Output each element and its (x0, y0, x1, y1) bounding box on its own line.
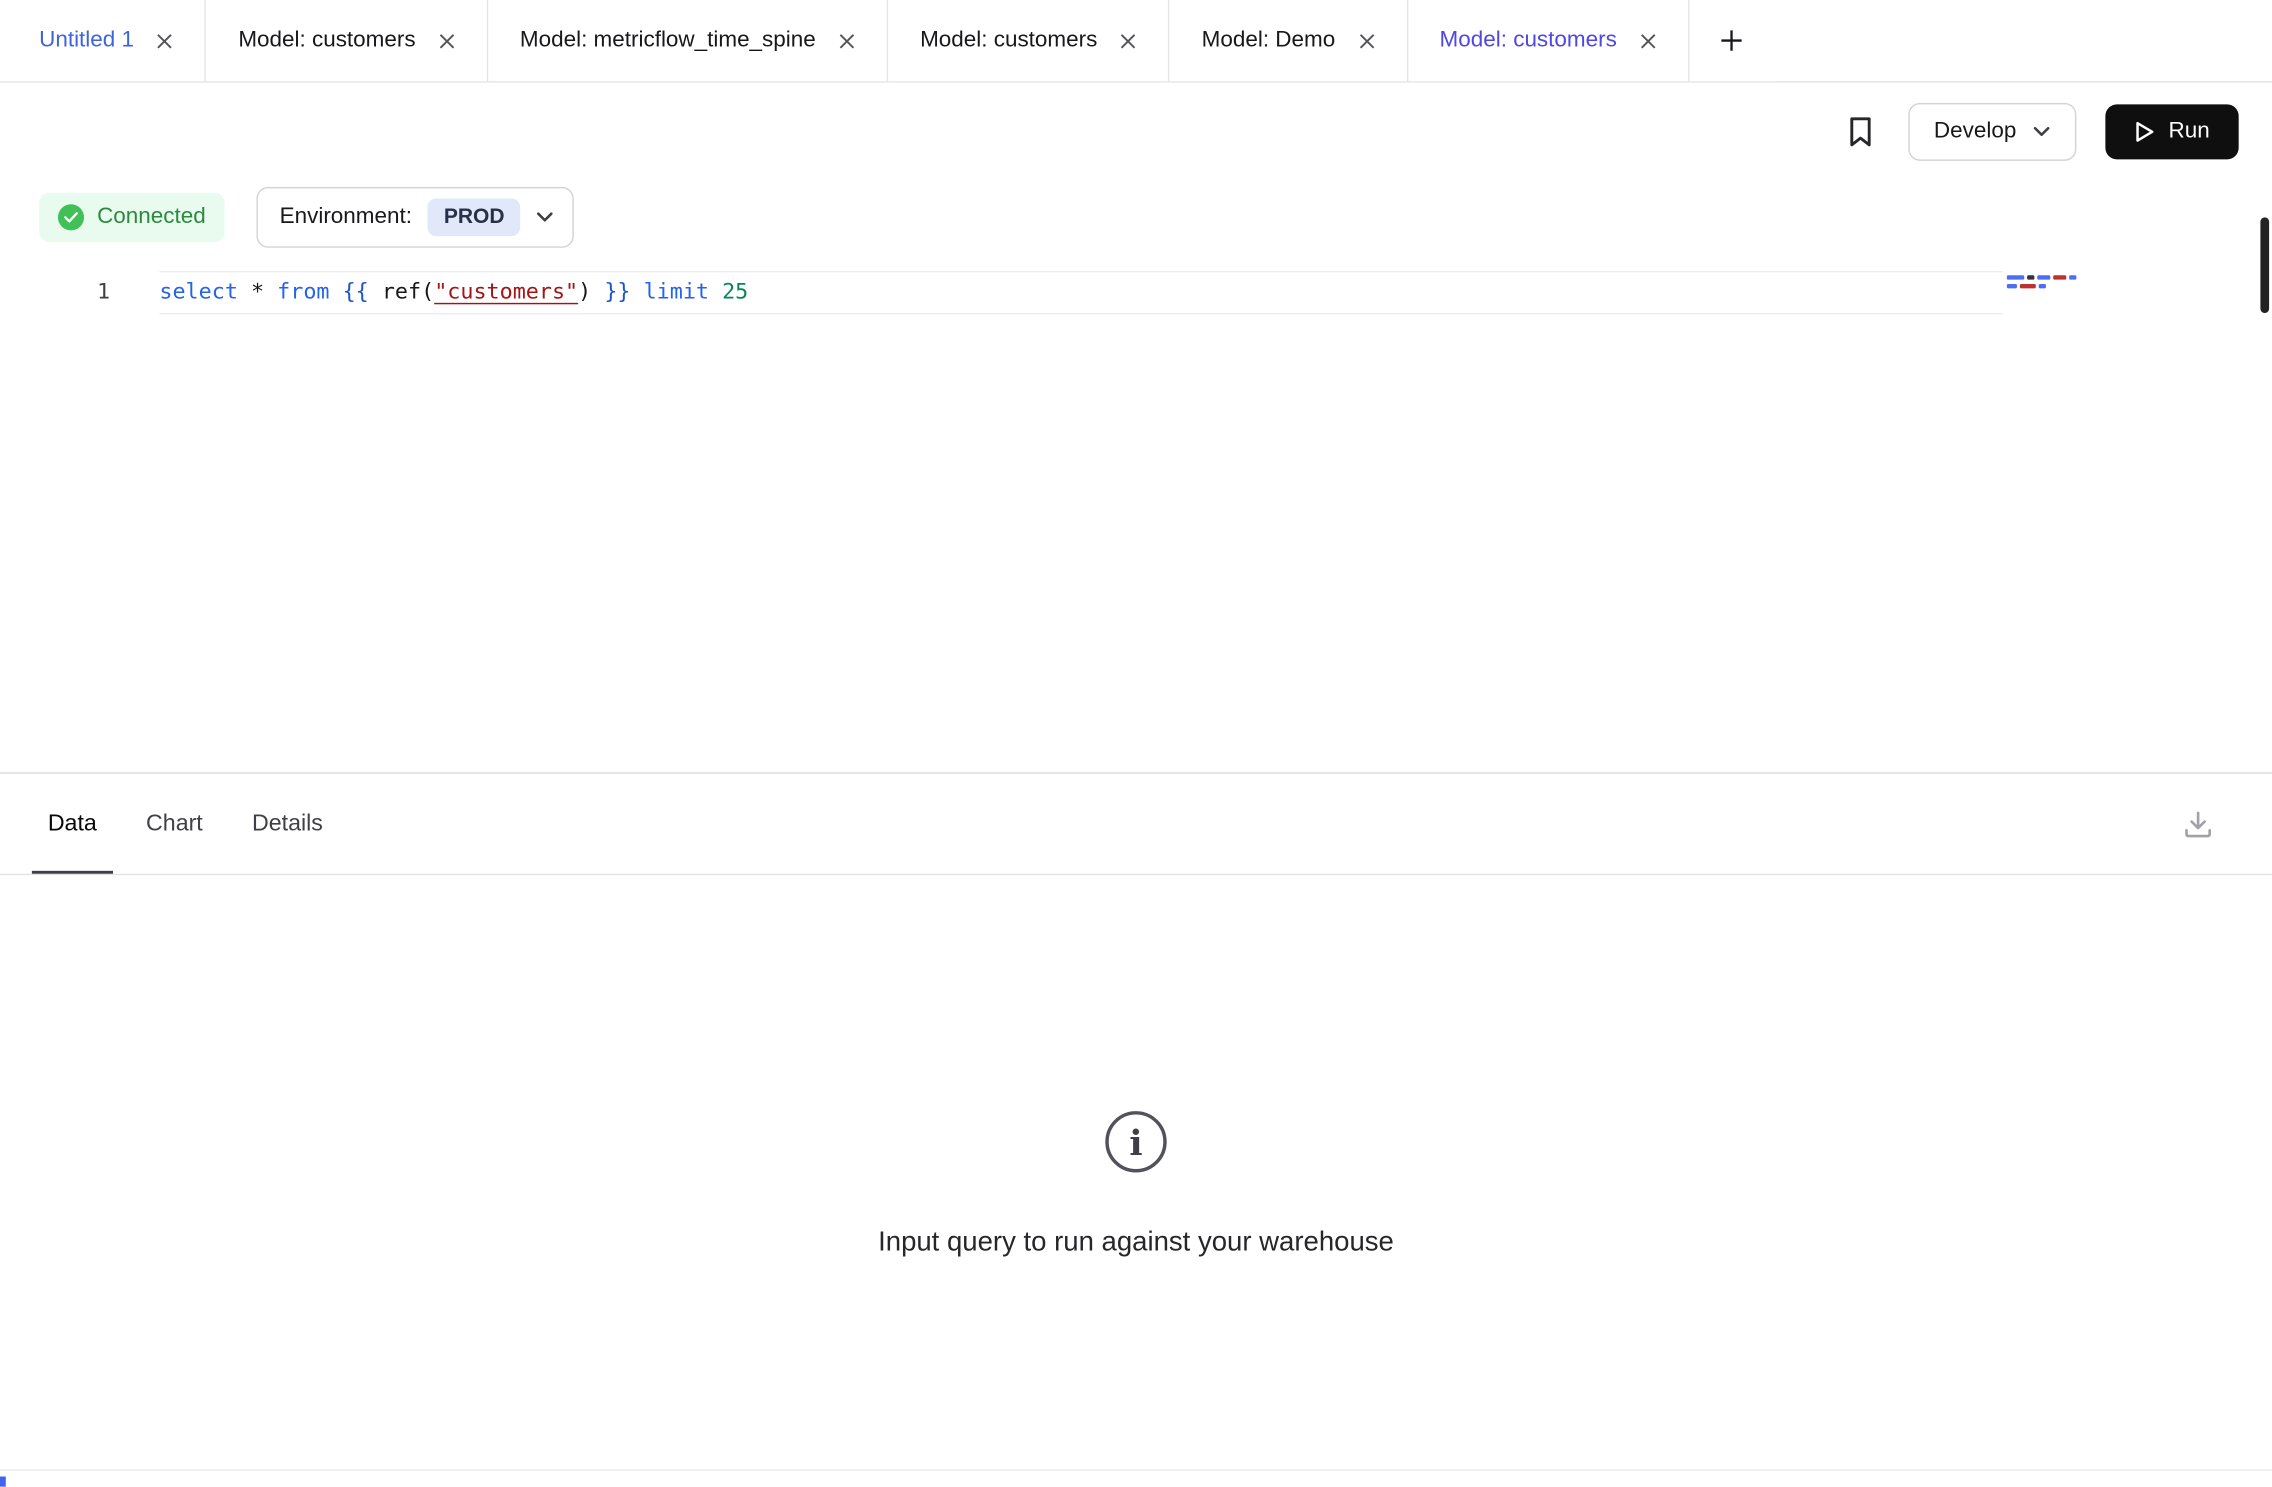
run-label: Run (2168, 118, 2209, 144)
minimap-mark (2069, 275, 2076, 279)
minimap-mark (2053, 275, 2066, 279)
close-icon[interactable] (839, 33, 855, 49)
tab-label: Model: customers (238, 28, 415, 54)
develop-dropdown[interactable]: Develop (1908, 102, 2076, 160)
plus-icon (1720, 29, 1743, 52)
code-token: * (251, 278, 264, 304)
code-token: ( (421, 278, 434, 304)
minimap-mark (2037, 275, 2050, 279)
tab-label: Model: customers (1440, 28, 1617, 54)
tab-label: Model: Demo (1202, 28, 1336, 54)
results-panel: DataChartDetails i Input query to run ag… (0, 774, 2272, 1259)
close-icon[interactable] (1640, 33, 1656, 49)
minimap-mark (2020, 284, 2036, 288)
line-number: 1 (0, 271, 110, 312)
minimap-mark (2039, 284, 2046, 288)
results-tab-data[interactable]: Data (32, 774, 113, 874)
editor-tab[interactable]: Untitled 1 (0, 0, 206, 81)
tab-label: Model: metricflow_time_spine (520, 28, 816, 54)
code-token (630, 278, 643, 304)
code-token: }} (604, 278, 630, 304)
toolbar: Develop Run (0, 83, 2272, 180)
tab-label: Untitled 1 (39, 28, 134, 54)
info-icon: i (1103, 1108, 1170, 1175)
bottom-divider (0, 1469, 2272, 1470)
run-button[interactable]: Run (2105, 104, 2239, 159)
results-empty-state: i Input query to run against your wareho… (0, 875, 2272, 1259)
code-token (330, 278, 343, 304)
app-window: Untitled 1 Model: customers Model: metricf… (0, 0, 2272, 1486)
close-icon[interactable] (1121, 33, 1137, 49)
code-token: ) (578, 278, 591, 304)
download-icon (2182, 808, 2214, 840)
code-token: ref (382, 278, 421, 304)
connection-status-label: Connected (97, 204, 206, 230)
tab-bar: Untitled 1 Model: customers Model: metricf… (0, 0, 2272, 83)
bookmark-button[interactable] (1841, 109, 1879, 152)
minimap-mark (2007, 284, 2017, 288)
close-icon[interactable] (1358, 33, 1374, 49)
minimap-mark (2027, 275, 2034, 279)
results-tab-bar: DataChartDetails (0, 774, 2272, 875)
code-token (369, 278, 382, 304)
editor-tab[interactable]: Model: Demo (1170, 0, 1408, 81)
download-button[interactable] (2176, 802, 2219, 845)
bookmark-icon (1847, 115, 1873, 147)
code-token: {{ (343, 278, 369, 304)
minimap-row (2007, 275, 2103, 279)
editor-tab[interactable]: Model: customers (888, 0, 1170, 81)
chevron-down-icon (536, 212, 553, 224)
svg-text:i: i (1129, 1123, 1142, 1164)
close-icon[interactable] (157, 33, 173, 49)
environment-label: Environment: (280, 204, 412, 230)
play-icon (2134, 120, 2154, 143)
scrollbar-thumb[interactable] (2260, 217, 2269, 313)
editor-tab[interactable]: Model: customers (1408, 0, 1690, 81)
environment-selector[interactable]: Environment: PROD (256, 187, 574, 248)
check-circle-icon (58, 204, 84, 230)
minimap (2007, 275, 2103, 292)
status-row: Connected Environment: PROD (0, 180, 2272, 255)
editor-tab[interactable]: Model: metricflow_time_spine (488, 0, 888, 81)
tab-label: Model: customers (920, 28, 1097, 54)
corner-artifact (0, 1477, 6, 1487)
editor-tab[interactable]: Model: customers (206, 0, 488, 81)
develop-label: Develop (1934, 118, 2016, 144)
code-token (709, 278, 722, 304)
close-icon[interactable] (439, 33, 455, 49)
code-token (264, 278, 277, 304)
code-token: select (159, 278, 238, 304)
empty-state-text: Input query to run against your warehous… (878, 1227, 1394, 1259)
minimap-mark (2007, 275, 2024, 279)
code-token: from (277, 278, 329, 304)
code-token (591, 278, 604, 304)
code-token: 25 (722, 278, 748, 304)
minimap-row (2007, 284, 2103, 288)
environment-badge: PROD (428, 199, 521, 237)
code-line[interactable]: select * from {{ ref("customers") }} lim… (159, 271, 748, 312)
code-editor[interactable]: 1 select * from {{ ref("customers") }} l… (0, 255, 2272, 774)
new-tab-button[interactable] (1689, 0, 1773, 81)
code-token: limit (644, 278, 709, 304)
results-tab-details[interactable]: Details (236, 774, 339, 874)
code-token (238, 278, 251, 304)
results-tab-chart[interactable]: Chart (130, 774, 219, 874)
connection-status-badge: Connected (39, 193, 224, 242)
chevron-down-icon (2032, 125, 2049, 137)
code-token: "customers" (434, 278, 578, 304)
